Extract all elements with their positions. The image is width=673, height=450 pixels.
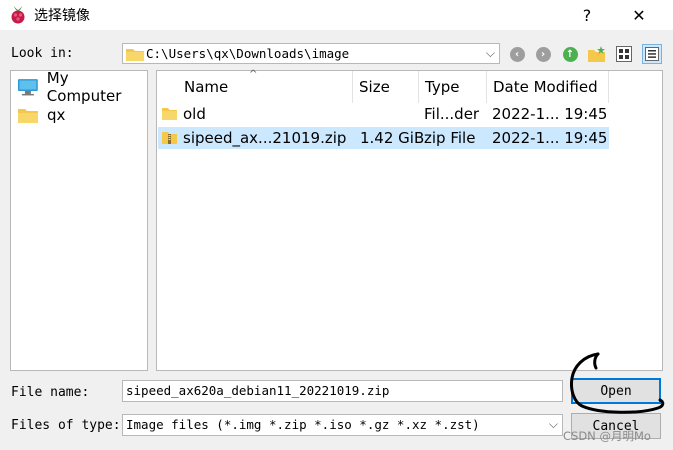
open-button[interactable]: Open xyxy=(571,378,661,404)
up-button[interactable]: ↑ xyxy=(560,44,580,64)
table-row[interactable]: old Fil...der 2022-1... 19:45 xyxy=(158,103,609,125)
detail-view-button[interactable] xyxy=(642,44,662,64)
files-of-type-label: Files of type: xyxy=(11,418,121,433)
column-header-type[interactable]: Type xyxy=(419,71,487,103)
zip-icon xyxy=(162,132,177,144)
row-type: zip File xyxy=(424,129,476,147)
file-list: Name ^ Size Type Date Modified old Fil..… xyxy=(156,69,663,371)
look-in-combo[interactable]: C:\Users\qx\Downloads\image ⌵ xyxy=(122,43,500,64)
row-size: 1.42 GiB xyxy=(360,129,425,147)
folder-icon xyxy=(126,49,144,61)
row-name: old xyxy=(183,105,206,123)
column-header-name[interactable]: Name ^ xyxy=(157,69,353,103)
detail-view-icon xyxy=(645,47,659,61)
row-type: Fil...der xyxy=(424,105,480,123)
watermark-text: CSDN @月明Mo xyxy=(563,429,651,443)
sidebar: My Computer qx xyxy=(10,69,148,371)
back-icon: ‹ xyxy=(509,46,525,62)
sidebar-item-label: My Computer xyxy=(46,69,122,105)
chevron-down-icon: ⌵ xyxy=(548,417,558,431)
files-of-type-value: Image files (*.img *.zip *.iso *.gz *.xz… xyxy=(126,417,480,432)
close-button[interactable]: ✕ xyxy=(616,0,662,30)
column-header-size[interactable]: Size xyxy=(353,71,419,103)
files-of-type-select[interactable]: Image files (*.img *.zip *.iso *.gz *.xz… xyxy=(122,414,563,436)
folder-icon xyxy=(162,108,177,120)
column-header-label: Name xyxy=(184,78,229,96)
folder-icon xyxy=(18,109,38,123)
row-name: sipeed_ax...21019.zip xyxy=(183,129,347,147)
computer-icon xyxy=(17,79,38,96)
sidebar-item-qx[interactable]: qx xyxy=(17,104,65,126)
new-folder-icon xyxy=(588,46,605,62)
sidebar-item-my-computer[interactable]: My Computer xyxy=(17,69,147,105)
look-in-path: C:\Users\qx\Downloads\image xyxy=(146,46,350,61)
sort-ascending-icon: ^ xyxy=(249,69,258,80)
window-title: 选择镜像 xyxy=(34,8,90,24)
look-in-label: Look in: xyxy=(11,46,74,61)
icon-view-icon xyxy=(616,46,632,62)
help-button[interactable]: ? xyxy=(564,0,610,30)
forward-button[interactable]: › xyxy=(533,44,553,64)
column-header-label: Size xyxy=(359,78,390,96)
back-button[interactable]: ‹ xyxy=(507,44,527,64)
column-header-label: Type xyxy=(425,78,460,96)
title-bar: 选择镜像 ? ✕ xyxy=(0,0,673,30)
file-name-label: File name: xyxy=(11,385,90,400)
raspberry-icon xyxy=(11,6,25,24)
chevron-down-icon: ⌵ xyxy=(485,46,495,60)
row-date: 2022-1... 19:45 xyxy=(492,129,608,147)
forward-icon: › xyxy=(535,46,551,62)
new-folder-button[interactable] xyxy=(587,44,607,64)
table-row[interactable]: sipeed_ax...21019.zip 1.42 GiB zip File … xyxy=(158,127,609,149)
file-name-input[interactable]: sipeed_ax620a_debian11_20221019.zip xyxy=(122,380,563,402)
icon-view-button[interactable] xyxy=(614,44,634,64)
column-header-date-modified[interactable]: Date Modified xyxy=(487,71,609,103)
sidebar-item-label: qx xyxy=(47,106,66,124)
column-header-label: Date Modified xyxy=(493,78,598,96)
row-date: 2022-1... 19:45 xyxy=(492,105,608,123)
up-icon: ↑ xyxy=(562,46,578,62)
